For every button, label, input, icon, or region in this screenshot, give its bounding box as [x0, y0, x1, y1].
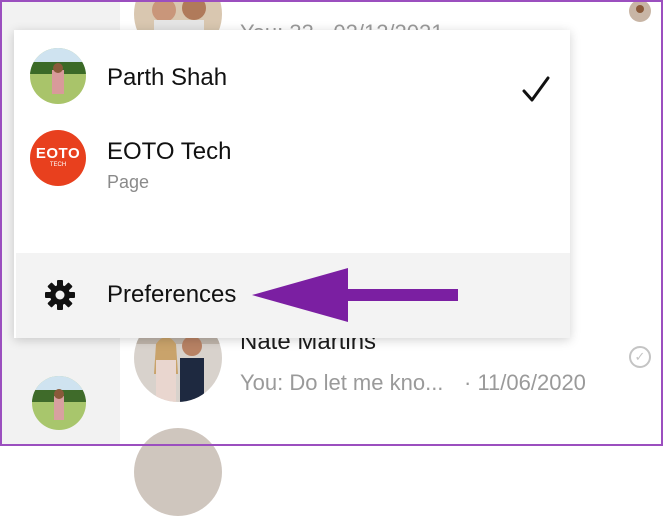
preferences-label: Preferences — [107, 281, 237, 308]
avatar[interactable] — [32, 376, 86, 430]
eoto-logo: EOTO TECH — [30, 130, 86, 186]
account-item-eoto-tech[interactable]: EOTO TECH EOTO Tech Page — [14, 122, 570, 194]
avatar — [629, 0, 651, 22]
chat-preview: You: Do let me kno... — [240, 370, 444, 395]
account-name: EOTO Tech — [107, 138, 232, 165]
chat-date: · 11/06/2020 — [464, 370, 586, 395]
account-name: Parth Shah — [107, 64, 228, 91]
account-item-parth-shah[interactable]: Parth Shah — [14, 40, 570, 112]
account-type: Page — [107, 172, 150, 192]
annotation-arrow — [252, 268, 458, 322]
avatar[interactable] — [134, 428, 222, 516]
gear-icon — [45, 280, 75, 310]
avatar — [30, 48, 86, 104]
read-receipt-icon: ✓ — [629, 346, 651, 368]
selected-check-icon — [522, 76, 550, 102]
